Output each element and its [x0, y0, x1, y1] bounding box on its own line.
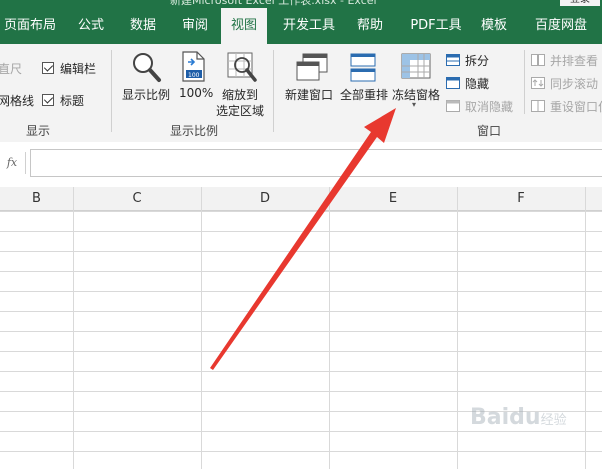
baidu-watermark: Baidu经验 [470, 405, 567, 430]
watermark-suffix: 经验 [540, 413, 567, 428]
annotation-arrow-icon [210, 108, 396, 370]
watermark-brand: Baidu [470, 405, 541, 430]
